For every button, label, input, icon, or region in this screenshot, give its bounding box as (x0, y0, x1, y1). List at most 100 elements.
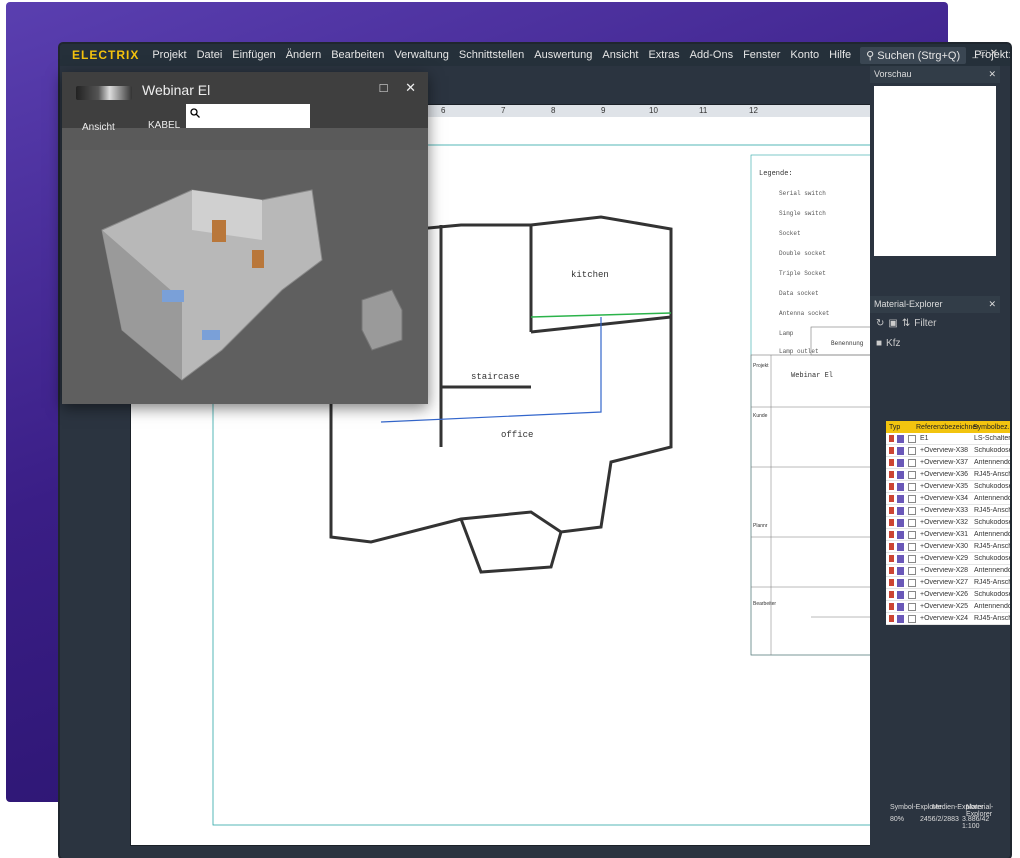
zoom-level: 80% (890, 816, 905, 823)
room-label-office: office (501, 430, 533, 440)
title-block-field: Projekt (753, 363, 769, 369)
menu-bearbeiten[interactable]: Bearbeiten (331, 49, 384, 61)
viewer-filter-label: KABEL (148, 120, 181, 131)
scale-readout: 3.886/42 1:100 (962, 816, 990, 830)
viewer-titlebar: Webinar El □ ✕ Ansicht KABEL (62, 72, 428, 133)
table-row[interactable]: +Overview-X28Antennendose (886, 565, 1010, 577)
global-search-label: Suchen (Strg+Q) (877, 49, 961, 62)
ruler-tick: 6 (441, 106, 446, 115)
folder-icon: ■ (876, 337, 883, 349)
global-search[interactable]: ⚲ Suchen (Strg+Q) (860, 46, 967, 64)
table-row[interactable]: +Overview-X38 Schukodose (886, 445, 1010, 457)
table-row[interactable]: +Overview-X26 Schukodose (886, 589, 1010, 601)
3d-model-view[interactable] (62, 150, 428, 404)
material-title: Material-Explorer (874, 299, 943, 309)
menu-einfuegen[interactable]: Einfügen (232, 49, 275, 61)
menu-verwaltung[interactable]: Verwaltung (394, 49, 448, 61)
menu-datei[interactable]: Datei (197, 49, 223, 61)
menu-bar: ELECTRIX Projekt Datei Einfügen Ändern B… (60, 44, 1010, 66)
close-icon[interactable]: ✕ (988, 299, 996, 310)
legend-item: Socket (779, 230, 801, 237)
material-table: Typ Referenzbezeichner Symbolbez. E1 LS-S… (886, 421, 1010, 625)
room-label-kitchen: kitchen (571, 270, 609, 280)
menu-fenster[interactable]: Fenster (743, 49, 780, 61)
legend-item: Antenna socket (779, 310, 829, 317)
room-label-staircase: staircase (471, 372, 520, 382)
legend-item: Triple Socket (779, 270, 826, 277)
table-row[interactable]: +Overview-X31Antennendose (886, 529, 1010, 541)
filter-label[interactable]: Filter (914, 318, 936, 329)
menu-schnittstellen[interactable]: Schnittstellen (459, 49, 524, 61)
viewer-tab-ansicht[interactable]: Ansicht (82, 122, 115, 133)
window-controls[interactable]: _ □ ✕ (972, 48, 998, 59)
material-explorer: Material-Explorer ✕ ↻ ▣ ⇅ Filter ■ Kfz (870, 296, 1000, 353)
menu-hilfe[interactable]: Hilfe (829, 49, 851, 61)
legend-item: Double socket (779, 250, 826, 257)
menu-projekt[interactable]: Projekt (152, 49, 186, 61)
legend-item: Data socket (779, 290, 819, 297)
coordinates: 2456/2/2883 (920, 816, 959, 823)
close-icon[interactable]: ✕ (988, 69, 996, 80)
material-header: Material-Explorer ✕ (870, 296, 1000, 313)
ruler-tick: 9 (601, 106, 606, 115)
table-row[interactable]: +Overview-X37Antennendose (886, 457, 1010, 469)
legend-item: Lamp (779, 330, 794, 337)
col-symbol[interactable]: Symbolbez. (970, 424, 1010, 431)
ruler-tick: 7 (501, 106, 506, 115)
title-block-field: Kunde (753, 413, 768, 419)
title-block-name: Webinar El (791, 372, 833, 380)
search-icon (190, 108, 200, 118)
viewer-title: Webinar El (142, 82, 211, 98)
ruler-tick: 12 (749, 106, 758, 115)
sort-icon[interactable]: ⇅ (902, 318, 910, 329)
preview-title: Vorschau (874, 69, 912, 79)
view-cube-icon (361, 289, 403, 351)
preview-thumbnail[interactable] (874, 86, 996, 256)
title-block-field: Plannr (753, 523, 768, 529)
viewer-logo (76, 86, 132, 100)
viewer-search-input[interactable] (186, 104, 310, 128)
3d-viewer-window: Webinar El □ ✕ Ansicht KABEL (62, 72, 428, 404)
ruler-tick: 8 (551, 106, 556, 115)
table-row[interactable]: +Overview-X25Antennendose (886, 601, 1010, 613)
menu-extras[interactable]: Extras (648, 49, 679, 61)
table-row[interactable]: E1LS-Schalter 1 (886, 433, 1010, 445)
table-row[interactable]: +Overview-X32 Schukodose (886, 517, 1010, 529)
ruler-tick: 11 (699, 106, 708, 115)
col-reference[interactable]: Referenzbezeichner (913, 424, 979, 431)
table-header: Typ Referenzbezeichner Symbolbez. (886, 421, 1010, 433)
close-icon[interactable]: ✕ (405, 80, 416, 95)
table-row[interactable]: +Overview-X33RJ45-Anschl. (886, 505, 1010, 517)
maximize-icon[interactable]: □ (380, 80, 388, 95)
tree-root[interactable]: ■ Kfz (870, 333, 1000, 353)
table-row[interactable]: +Overview-X29 Schukodose (886, 553, 1010, 565)
legend-item: Serial switch (779, 190, 826, 197)
table-row[interactable]: +Overview-X35 Schukodose (886, 481, 1010, 493)
legend-item: Single switch (779, 210, 826, 217)
menu-konto[interactable]: Konto (790, 49, 819, 61)
right-panel: Vorschau ✕ Material-Explorer ✕ ↻ ▣ ⇅ Fil… (870, 66, 1010, 856)
legend-item: Lamp outlet (779, 348, 819, 355)
app-logo: ELECTRIX (72, 48, 140, 62)
legend-title: Legende: (759, 170, 793, 178)
table-row[interactable]: +Overview-X30RJ45-Anschl. (886, 541, 1010, 553)
title-block-label: Benennung (831, 340, 864, 347)
menu-addons[interactable]: Add-Ons (690, 49, 733, 61)
title-block-field: Bearbeiter (753, 601, 776, 607)
menu-ansicht[interactable]: Ansicht (602, 49, 638, 61)
table-row[interactable]: +Overview-X24RJ45-Anschl. (886, 613, 1010, 625)
table-row[interactable]: +Overview-X34Antennendose (886, 493, 1010, 505)
menu-aendern[interactable]: Ändern (286, 49, 321, 61)
material-toolbar: ↻ ▣ ⇅ Filter (870, 313, 1000, 333)
menu-auswertung[interactable]: Auswertung (534, 49, 592, 61)
preview-header: Vorschau ✕ (870, 66, 1000, 83)
col-type[interactable]: Typ (886, 424, 913, 431)
refresh-icon[interactable]: ↻ (876, 318, 884, 329)
viewer-controls: □ ✕ (366, 80, 416, 96)
table-row[interactable]: +Overview-X27RJ45-Anschl. (886, 577, 1010, 589)
tree-item-label: Kfz (886, 337, 901, 349)
panel-bottom-bar: Symbol-Explorer Medien-Explorer Material… (870, 804, 1000, 834)
copy-icon[interactable]: ▣ (888, 318, 897, 329)
table-row[interactable]: +Overview-X36RJ45-Anschl. (886, 469, 1010, 481)
ruler-tick: 10 (649, 106, 658, 115)
